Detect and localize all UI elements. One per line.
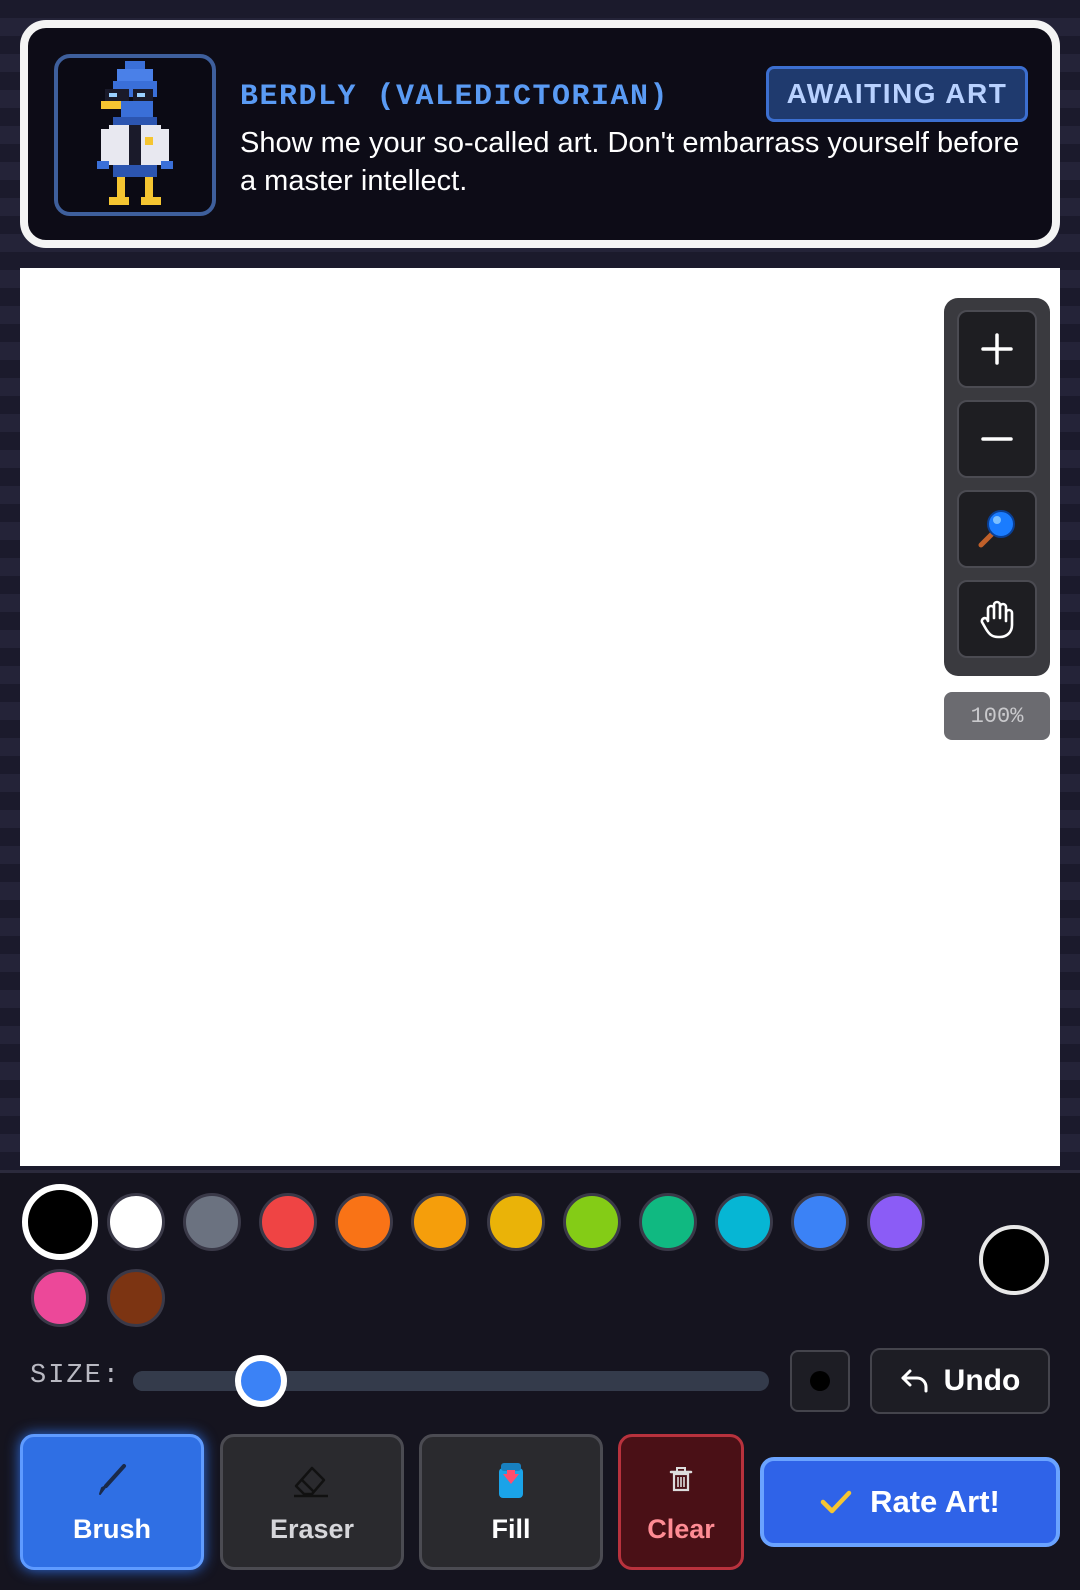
pan-button[interactable]	[957, 580, 1037, 658]
dialogue-text: Show me your so-called art. Don't embarr…	[240, 127, 1020, 197]
dialogue-box: BERDLY (VALEDICTORIAN) AWAITING ART Show…	[20, 20, 1060, 248]
size-slider-thumb[interactable]	[234, 1355, 287, 1407]
zoom-in-button[interactable]	[957, 310, 1037, 388]
speaker-name: BERDLY (VALEDICTORIAN)	[240, 80, 670, 114]
checkmark-icon	[820, 1490, 852, 1514]
zoom-controls	[944, 298, 1050, 676]
color-swatch[interactable]	[31, 1269, 89, 1327]
fill-label: Fill	[491, 1513, 531, 1544]
brush-tool-button[interactable]: Brush	[20, 1434, 204, 1570]
status-badge: AWAITING ART	[766, 66, 1028, 122]
current-color-indicator	[979, 1225, 1049, 1295]
character-portrait	[54, 54, 216, 216]
zoom-out-button[interactable]	[957, 400, 1037, 478]
size-label: SIZE:	[30, 1361, 122, 1391]
color-swatch[interactable]	[639, 1193, 697, 1251]
clear-button[interactable]: Clear	[618, 1434, 744, 1570]
drawing-canvas[interactable]	[20, 268, 1060, 1166]
color-swatch[interactable]	[791, 1193, 849, 1251]
berdly-sprite-icon	[97, 61, 173, 205]
zoom-level-readout: 100%	[944, 692, 1050, 740]
eraser-label: Eraser	[269, 1513, 355, 1544]
undo-button[interactable]: Undo	[870, 1348, 1050, 1414]
clear-label: Clear	[647, 1513, 715, 1544]
zoom-out-icon	[981, 437, 1013, 441]
brush-size-dot	[810, 1371, 830, 1391]
color-swatch[interactable]	[107, 1193, 165, 1251]
color-swatch[interactable]	[487, 1193, 545, 1251]
hand-icon	[980, 600, 1014, 639]
color-swatch[interactable]	[715, 1193, 773, 1251]
color-swatch[interactable]	[107, 1269, 165, 1327]
rate-art-button[interactable]: Rate Art!	[760, 1457, 1060, 1547]
eraser-tool-button[interactable]: Eraser	[220, 1434, 404, 1570]
eraser-icon	[294, 1466, 328, 1497]
fill-tool-button[interactable]: Fill	[419, 1434, 603, 1570]
color-swatch[interactable]	[867, 1193, 925, 1251]
rate-art-label: Rate Art!	[870, 1484, 1000, 1519]
color-swatch[interactable]	[563, 1193, 621, 1251]
brush-size-preview	[790, 1350, 850, 1412]
zoom-in-icon	[981, 333, 1013, 365]
size-slider[interactable]	[133, 1355, 769, 1407]
color-swatch[interactable]	[183, 1193, 241, 1251]
color-swatch[interactable]	[335, 1193, 393, 1251]
magnifier-icon	[978, 510, 1015, 548]
brush-icon	[99, 1463, 126, 1495]
brush-label: Brush	[72, 1513, 151, 1544]
paint-bucket-icon	[499, 1462, 523, 1498]
trash-icon	[669, 1466, 693, 1491]
color-swatch[interactable]	[411, 1193, 469, 1251]
undo-icon	[901, 1369, 928, 1393]
color-swatch[interactable]	[22, 1184, 98, 1260]
magnifier-button[interactable]	[957, 490, 1037, 568]
undo-label: Undo	[943, 1364, 1021, 1397]
color-swatch[interactable]	[259, 1193, 317, 1251]
